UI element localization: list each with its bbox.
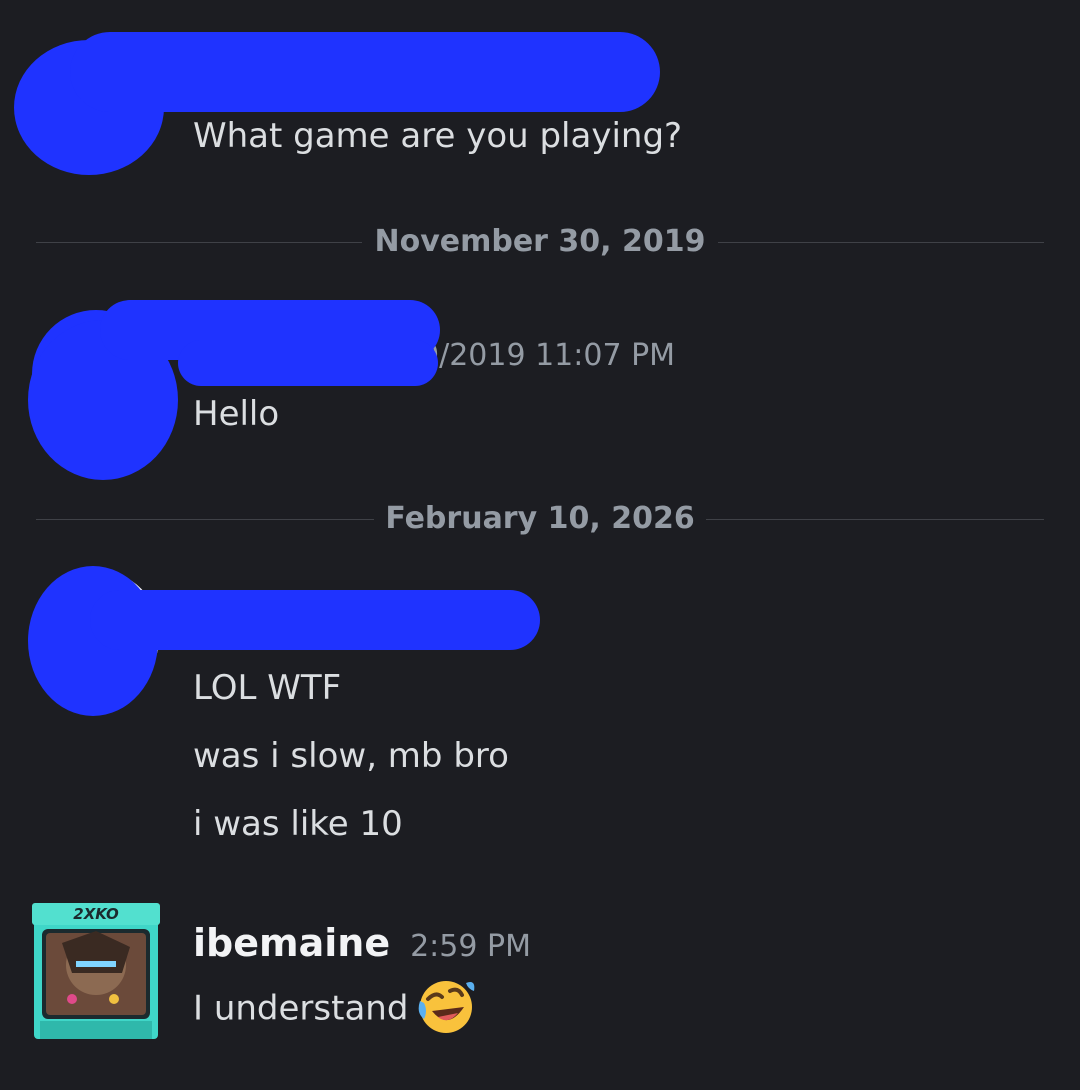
message-text-content: I understand	[193, 988, 409, 1029]
date-divider: February 10, 2026	[36, 497, 1044, 541]
redaction-mark	[90, 590, 540, 650]
message-group-1: M What game are you playing?	[0, 0, 1080, 200]
message-group-4: 2XKO ibemaine 2:59 PM I understand	[0, 895, 1080, 1055]
message-text: I understand	[193, 981, 478, 1037]
rolling-on-floor-laughing-emoji-icon	[419, 981, 475, 1033]
message-text: was i slow, mb bro	[193, 736, 509, 776]
message-group-2: 0/2019 11:07 PM Hello	[0, 290, 1080, 490]
username[interactable]: ibemaine	[193, 921, 390, 965]
redaction-mark	[178, 340, 438, 386]
avatar-frame-label: 2XKO	[73, 905, 119, 923]
message-text: LOL WTF	[193, 668, 342, 708]
message-text: i was like 10	[193, 804, 403, 844]
date-divider: November 30, 2019	[36, 220, 1044, 264]
chat-messages: M What game are you playing? November 30…	[0, 0, 1080, 1090]
avatar[interactable]: 2XKO	[32, 903, 160, 1041]
message-group-3: LOL WTF was i slow, mb bro i was like 10	[0, 560, 1080, 860]
message-timestamp: 2:59 PM	[410, 929, 531, 964]
message-timestamp: 0/2019 11:07 PM	[420, 338, 676, 373]
message-text: Hello	[193, 394, 280, 434]
message-text: What game are you playing?	[193, 116, 683, 156]
redaction-mark	[70, 32, 660, 112]
